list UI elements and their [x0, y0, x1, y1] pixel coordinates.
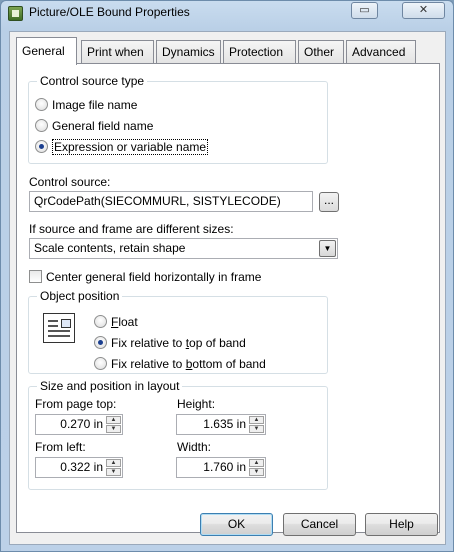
spin-up-icon[interactable]: ▲ — [106, 459, 121, 467]
chevron-down-icon[interactable]: ▼ — [319, 240, 336, 257]
radio-expression-or-variable[interactable]: Expression or variable name — [35, 139, 209, 155]
width-spinner[interactable]: 1.760 in ▲ ▼ — [176, 457, 266, 478]
window-title: Picture/OLE Bound Properties — [29, 5, 190, 19]
spin-down-icon[interactable]: ▼ — [249, 468, 264, 476]
group-label: Size and position in layout — [37, 379, 183, 393]
tab-dynamics[interactable]: Dynamics — [156, 40, 221, 64]
title-bar[interactable]: Picture/OLE Bound Properties ▭ ✕ — [1, 1, 453, 27]
radio-indicator — [94, 336, 107, 350]
control-source-input[interactable]: QrCodePath(SIECOMMURL, SISTYLECODE) — [29, 191, 313, 212]
spin-down-icon[interactable]: ▼ — [249, 425, 264, 433]
tab-protection[interactable]: Protection — [223, 40, 296, 64]
size-position-group: Size and position in layout From page to… — [28, 379, 328, 490]
browse-button[interactable]: ... — [319, 192, 339, 212]
radio-fix-bottom-of-band[interactable]: Fix relative to bottom of band — [94, 356, 266, 372]
context-help-button[interactable]: ▭ — [351, 2, 378, 19]
group-label: Object position — [37, 289, 123, 303]
general-tab-panel: Control source type Image file name Gene… — [16, 63, 440, 533]
control-source-label: Control source: — [29, 175, 111, 189]
radio-general-field-name[interactable]: General field name — [35, 118, 153, 134]
radio-indicator — [35, 98, 48, 112]
checkbox-indicator — [29, 270, 42, 284]
radio-image-file-name[interactable]: Image file name — [35, 97, 137, 113]
properties-dialog: Picture/OLE Bound Properties ▭ ✕ General… — [0, 0, 454, 552]
tab-advanced[interactable]: Advanced — [346, 40, 416, 64]
ok-button[interactable]: OK — [200, 513, 273, 536]
height-spinner[interactable]: 1.635 in ▲ ▼ — [176, 414, 266, 435]
spin-up-icon[interactable]: ▲ — [249, 416, 264, 424]
help-button[interactable]: Help — [365, 513, 438, 536]
size-mode-select[interactable]: Scale contents, retain shape ▼ — [29, 238, 338, 259]
tab-print-when[interactable]: Print when — [81, 40, 154, 64]
radio-indicator — [94, 357, 107, 371]
object-position-group: Object position Float Fix relative to to… — [28, 289, 328, 374]
control-source-type-group: Control source type Image file name Gene… — [28, 74, 328, 164]
cancel-button[interactable]: Cancel — [283, 513, 356, 536]
radio-float[interactable]: Float — [94, 314, 138, 330]
spin-down-icon[interactable]: ▼ — [106, 425, 121, 433]
radio-indicator — [94, 315, 107, 329]
spin-down-icon[interactable]: ▼ — [106, 468, 121, 476]
center-horizontally-checkbox[interactable]: Center general field horizontally in fra… — [29, 269, 261, 285]
object-position-icon — [43, 313, 75, 343]
spin-up-icon[interactable]: ▲ — [249, 459, 264, 467]
app-icon — [8, 6, 23, 21]
close-button[interactable]: ✕ — [402, 2, 445, 19]
tab-other[interactable]: Other — [298, 40, 344, 64]
spin-up-icon[interactable]: ▲ — [106, 416, 121, 424]
height-label: Height: — [177, 397, 216, 411]
size-mode-label: If source and frame are different sizes: — [29, 222, 234, 236]
width-label: Width: — [177, 440, 212, 454]
dialog-client: General Print when Dynamics Protection O… — [9, 31, 446, 545]
tab-general[interactable]: General — [16, 37, 77, 65]
group-label: Control source type — [37, 74, 148, 88]
radio-indicator — [35, 140, 48, 154]
from-left-label: From left: — [35, 440, 86, 454]
from-left-spinner[interactable]: 0.322 in ▲ ▼ — [35, 457, 123, 478]
radio-indicator — [35, 119, 48, 133]
radio-fix-top-of-band[interactable]: Fix relative to top of band — [94, 335, 246, 351]
from-page-top-label: From page top: — [35, 397, 117, 411]
from-page-top-spinner[interactable]: 0.270 in ▲ ▼ — [35, 414, 123, 435]
